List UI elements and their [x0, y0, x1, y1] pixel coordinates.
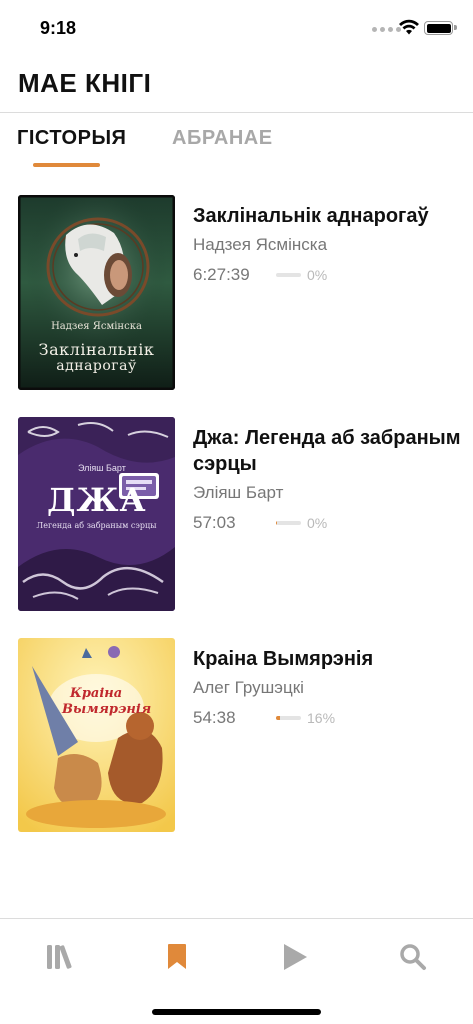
book-title: Джа: Легенда аб забраным сэрцы: [193, 427, 461, 475]
book-title: Краіна Вымярэнія: [193, 648, 374, 670]
book-list-item[interactable]: Эліяш Барт ДЖА Легенда аб забраным сэрцы…: [0, 417, 473, 613]
cover-title-text: Заклінальнік: [38, 340, 155, 359]
tab-player[interactable]: [275, 937, 315, 977]
book-info: Заклінальнік аднарогаў Надзея Ясмінска 6…: [193, 203, 463, 285]
battery-icon: [424, 21, 457, 35]
book-author: Алег Грушэцкі: [193, 678, 304, 697]
tab-search[interactable]: [393, 937, 433, 977]
segment-tabs: ГІСТОРЫЯ АБРАНАЕ: [0, 113, 473, 171]
tab-favorites[interactable]: АБРАНАЕ: [172, 127, 273, 150]
progress-percent: 0%: [307, 515, 328, 531]
status-time: 9:18: [40, 18, 77, 38]
book-meta: 54:38 16%: [193, 708, 463, 728]
cover-title-text: Вымярэнія: [62, 702, 152, 717]
progress-bar: [276, 273, 301, 277]
book-meta: 57:03 0%: [193, 513, 463, 533]
cover-subtitle-text: Легенда аб забраным сэрцы: [36, 521, 157, 530]
cover-author-text: Эліяш Барт: [78, 463, 126, 473]
book-duration: 54:38: [193, 708, 236, 727]
cover-title-text: ДЖА: [47, 481, 147, 519]
book-author: Надзея Ясмінска: [193, 235, 328, 254]
wifi-icon: [399, 19, 419, 35]
search-icon: [400, 944, 426, 970]
book-info: Джа: Легенда аб забраным сэрцы Эліяш Бар…: [193, 425, 463, 533]
book-cover: Краіна Вымярэнія: [18, 638, 175, 832]
cover-title-text: аднарогаў: [56, 358, 137, 374]
progress-bar: [276, 716, 301, 720]
book-list-item[interactable]: Краіна Вымярэнія Краіна Вымярэнія Алег Г…: [0, 638, 473, 834]
book-duration: 57:03: [193, 513, 236, 532]
book-duration: 6:27:39: [193, 265, 250, 284]
signal-icon: [372, 27, 401, 32]
tab-library[interactable]: [39, 937, 79, 977]
book-cover: Надзея Ясмінска Заклінальнік аднарогаў: [18, 195, 175, 390]
bookmark-icon: [168, 944, 186, 969]
play-icon: [284, 944, 307, 970]
book-meta: 6:27:39 0%: [193, 265, 463, 285]
book-list-item[interactable]: Надзея Ясмінска Заклінальнік аднарогаў З…: [0, 195, 473, 391]
progress-bar: [276, 521, 301, 525]
status-bar: 9:18: [0, 0, 473, 56]
book-info: Краіна Вымярэнія Алег Грушэцкі 54:38 16%: [193, 646, 463, 728]
book-cover: Эліяш Барт ДЖА Легенда аб забраным сэрцы: [18, 417, 175, 611]
home-indicator: [152, 1009, 321, 1015]
page-title: МАЕ КНІГІ: [18, 68, 152, 98]
tab-history[interactable]: ГІСТОРЫЯ: [17, 127, 126, 150]
page-header: МАЕ КНІГІ: [0, 56, 473, 113]
progress-percent: 0%: [307, 267, 328, 283]
tab-bookmarks[interactable]: [157, 937, 197, 977]
book-title: Заклінальнік аднарогаў: [193, 205, 429, 227]
book-author: Эліяш Барт: [193, 483, 284, 502]
cover-title-text: Краіна: [70, 686, 123, 701]
active-tab-indicator: [33, 163, 100, 167]
library-icon: [47, 945, 72, 969]
progress-percent: 16%: [307, 710, 336, 726]
cover-author-text: Надзея Ясмінска: [51, 321, 142, 332]
